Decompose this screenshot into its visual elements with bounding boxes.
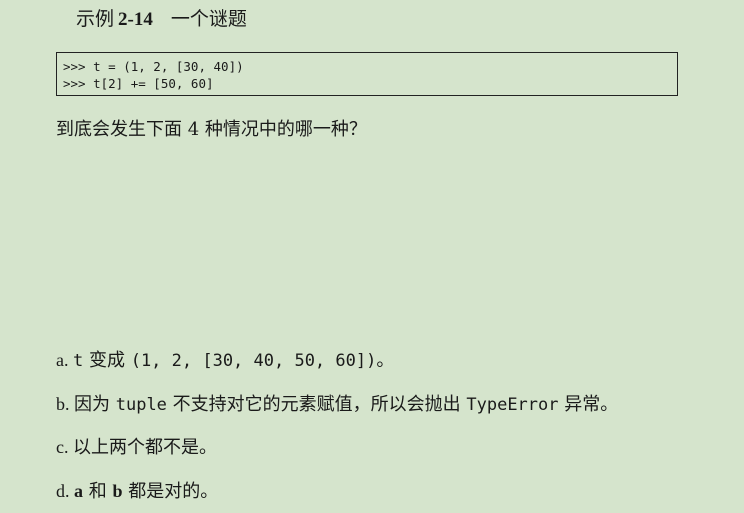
option-a: a. t 变成 (1, 2, [30, 40, 50, 60])。 — [56, 348, 394, 373]
option-d-text-1: 和 — [83, 481, 113, 502]
example-label: 示例 — [76, 8, 115, 30]
option-c: c. 以上两个都不是。 — [56, 435, 217, 460]
option-b-code-tuple: tuple — [115, 395, 167, 415]
option-a-end: 。 — [376, 350, 395, 371]
code-line-1: >>> t = (1, 2, [30, 40]) — [63, 59, 244, 74]
option-a-marker: a. — [56, 350, 73, 370]
option-a-code-tuple: (1, 2, [30, 40, 50, 60]) — [130, 351, 377, 371]
option-a-code-variable: t — [73, 351, 84, 371]
option-d: d. a 和 b 都是对的。 — [56, 479, 218, 504]
option-d-marker: d. — [56, 481, 74, 501]
option-d-text-2: 都是对的。 — [122, 481, 219, 502]
option-a-text: 变成 — [83, 350, 131, 371]
option-d-bold-b: b — [112, 481, 123, 501]
example-title: 一个谜题 — [170, 8, 247, 30]
code-block: >>> t = (1, 2, [30, 40]) >>> t[2] += [50,… — [56, 52, 678, 96]
option-c-text: 以上两个都不是。 — [73, 437, 217, 458]
question-text: 到底会发生下面 4 种情况中的哪一种？ — [56, 119, 367, 140]
example-caption: 示例 2-14 一个谜题 — [76, 7, 247, 32]
option-b-text-3: 异常。 — [558, 394, 619, 415]
option-b: b. 因为 tuple 不支持对它的元素赋值，所以会抛出 TypeError 异… — [56, 392, 618, 417]
code-line-2: >>> t[2] += [50, 60] — [63, 76, 214, 91]
option-b-text-1: 因为 — [74, 394, 116, 415]
option-d-bold-a: a — [74, 481, 83, 501]
example-number: 2-14 — [118, 9, 153, 30]
option-b-text-2: 不支持对它的元素赋值，所以会抛出 — [166, 394, 467, 415]
option-c-marker: c. — [56, 437, 73, 457]
option-b-marker: b. — [56, 394, 74, 414]
option-b-code-typeerror: TypeError — [466, 395, 559, 415]
